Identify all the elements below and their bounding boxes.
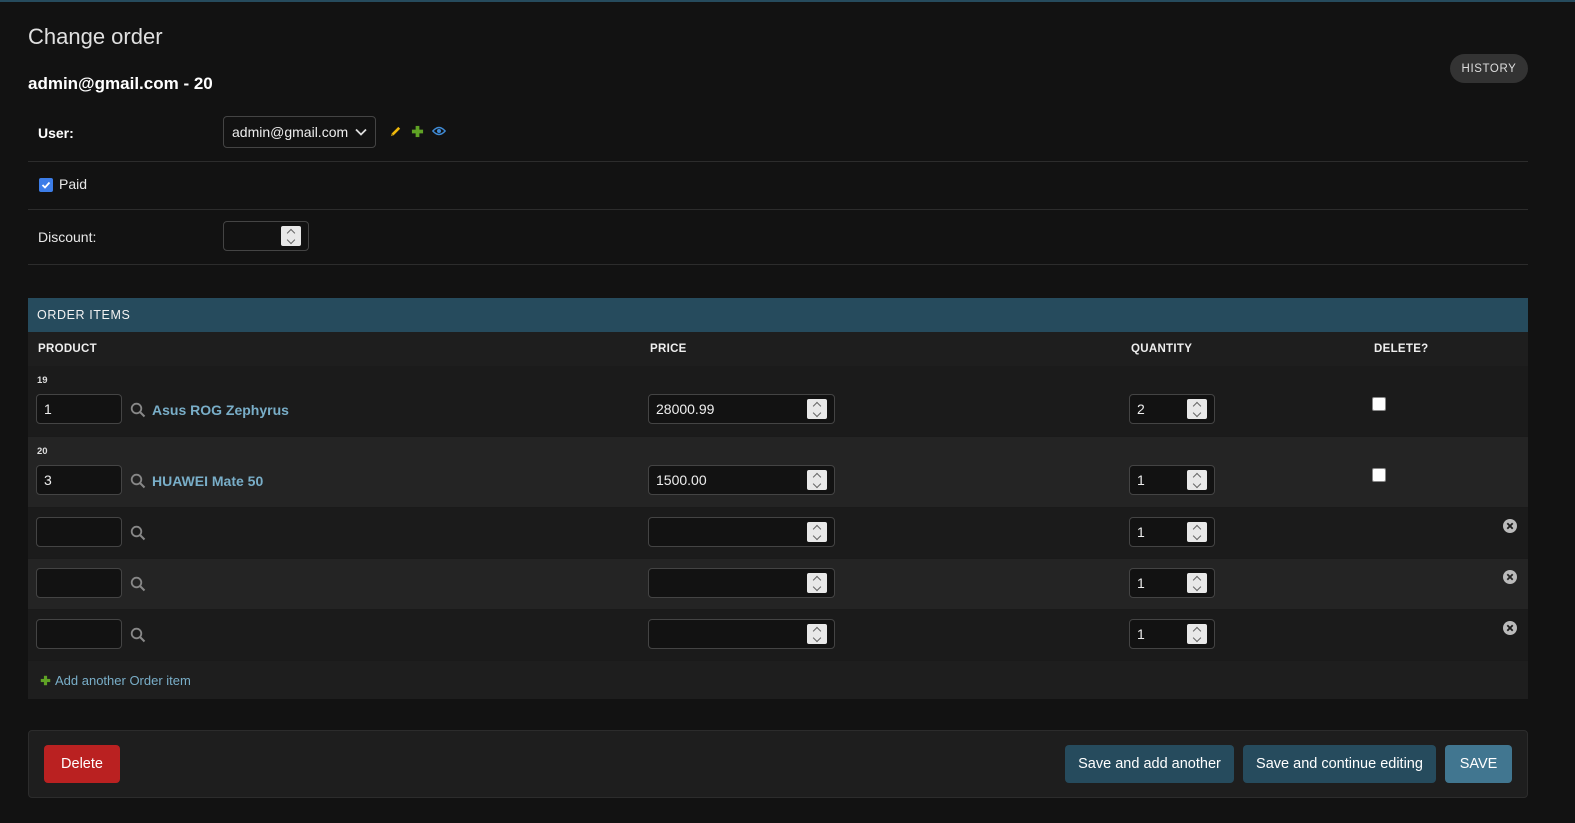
pencil-icon[interactable] xyxy=(388,124,402,138)
plus-icon xyxy=(40,675,51,685)
table-row: 19 1 Asus ROG Zephyrus 28000.99 2 xyxy=(28,366,1528,437)
remove-icon[interactable] xyxy=(1503,621,1517,635)
quantity-value: 2 xyxy=(1137,401,1145,417)
delete-checkbox[interactable] xyxy=(1372,397,1386,411)
price-spinner[interactable] xyxy=(807,399,827,419)
quantity-spinner[interactable] xyxy=(1187,624,1207,644)
remove-icon[interactable] xyxy=(1503,519,1517,533)
page-title: Change order xyxy=(28,24,163,49)
quantity-value: 1 xyxy=(1137,524,1145,540)
price-spinner[interactable] xyxy=(807,522,827,542)
price-value: 28000.99 xyxy=(656,401,715,417)
eye-icon[interactable] xyxy=(432,124,446,138)
chevron-down-icon xyxy=(355,128,367,136)
paid-label: Paid xyxy=(59,176,88,192)
discount-row: Discount: xyxy=(28,210,1528,265)
search-icon[interactable] xyxy=(130,525,146,541)
paid-row: Paid xyxy=(28,162,1528,210)
column-header-product: PRODUCT xyxy=(38,343,97,355)
quantity-spinner[interactable] xyxy=(1187,470,1207,490)
price-value: 1500.00 xyxy=(656,472,707,488)
quantity-spinner[interactable] xyxy=(1187,399,1207,419)
quantity-input[interactable]: 2 xyxy=(1129,394,1215,424)
save-button[interactable]: SAVE xyxy=(1445,745,1512,783)
discount-label: Discount: xyxy=(38,229,97,245)
table-row: 1 xyxy=(28,610,1528,661)
product-id-input[interactable] xyxy=(36,568,122,598)
plus-icon[interactable] xyxy=(410,124,424,138)
user-row: User: admin@gmail.com xyxy=(28,116,1528,162)
product-link[interactable]: HUAWEI Mate 50 xyxy=(152,473,263,489)
quantity-input[interactable]: 1 xyxy=(1129,465,1215,495)
order-items-inline: ORDER ITEMS PRODUCT PRICE QUANTITY DELET… xyxy=(28,298,1528,699)
search-icon[interactable] xyxy=(130,576,146,592)
price-spinner[interactable] xyxy=(807,470,827,490)
column-header-price: PRICE xyxy=(650,343,687,355)
add-another-link[interactable]: Add another Order item xyxy=(40,673,191,688)
quantity-input[interactable]: 1 xyxy=(1129,619,1215,649)
price-input[interactable] xyxy=(648,517,835,547)
column-header-quantity: QUANTITY xyxy=(1131,343,1193,355)
search-icon[interactable] xyxy=(130,473,146,489)
product-link[interactable]: Asus ROG Zephyrus xyxy=(152,402,289,418)
row-original-id: 20 xyxy=(37,446,48,457)
price-input[interactable]: 28000.99 xyxy=(648,394,835,424)
delete-button[interactable]: Delete xyxy=(44,745,120,783)
add-row: Add another Order item xyxy=(28,661,1528,699)
object-title: admin@gmail.com - 20 xyxy=(28,74,213,93)
table-row: 1 xyxy=(28,508,1528,559)
quantity-value: 1 xyxy=(1137,626,1145,642)
price-input[interactable] xyxy=(648,619,835,649)
column-header-delete: DELETE? xyxy=(1374,343,1429,355)
column-header-row: PRODUCT PRICE QUANTITY DELETE? xyxy=(28,332,1528,366)
history-button[interactable]: HISTORY xyxy=(1450,54,1528,83)
quantity-input[interactable]: 1 xyxy=(1129,568,1215,598)
quantity-value: 1 xyxy=(1137,575,1145,591)
product-id-input[interactable] xyxy=(36,619,122,649)
product-id-input[interactable]: 1 xyxy=(36,394,122,424)
search-icon[interactable] xyxy=(130,627,146,643)
related-widget-icons xyxy=(388,124,446,138)
add-another-label: Add another Order item xyxy=(55,672,191,688)
checkmark-icon xyxy=(41,181,51,189)
save-continue-button[interactable]: Save and continue editing xyxy=(1243,745,1436,783)
table-row: 1 xyxy=(28,559,1528,610)
search-icon[interactable] xyxy=(130,402,146,418)
quantity-spinner[interactable] xyxy=(1187,522,1207,542)
product-id-input[interactable]: 3 xyxy=(36,465,122,495)
quantity-value: 1 xyxy=(1137,472,1145,488)
price-input[interactable] xyxy=(648,568,835,598)
discount-spinner[interactable] xyxy=(281,226,301,246)
inline-title: ORDER ITEMS xyxy=(28,298,1528,332)
price-input[interactable]: 1500.00 xyxy=(648,465,835,495)
product-id-input[interactable] xyxy=(36,517,122,547)
quantity-input[interactable]: 1 xyxy=(1129,517,1215,547)
save-add-another-button[interactable]: Save and add another xyxy=(1065,745,1234,783)
price-spinner[interactable] xyxy=(807,573,827,593)
discount-input[interactable] xyxy=(223,221,309,251)
table-row: 20 3 HUAWEI Mate 50 1500.00 1 xyxy=(28,437,1528,508)
row-original-id: 19 xyxy=(37,375,48,386)
user-label: User: xyxy=(38,125,74,141)
user-select[interactable]: admin@gmail.com xyxy=(223,116,376,148)
user-select-value: admin@gmail.com xyxy=(232,124,349,140)
remove-icon[interactable] xyxy=(1503,570,1517,584)
quantity-spinner[interactable] xyxy=(1187,573,1207,593)
delete-checkbox[interactable] xyxy=(1372,468,1386,482)
paid-checkbox[interactable] xyxy=(39,178,53,192)
submit-row: Delete Save and add another Save and con… xyxy=(28,730,1528,798)
price-spinner[interactable] xyxy=(807,624,827,644)
